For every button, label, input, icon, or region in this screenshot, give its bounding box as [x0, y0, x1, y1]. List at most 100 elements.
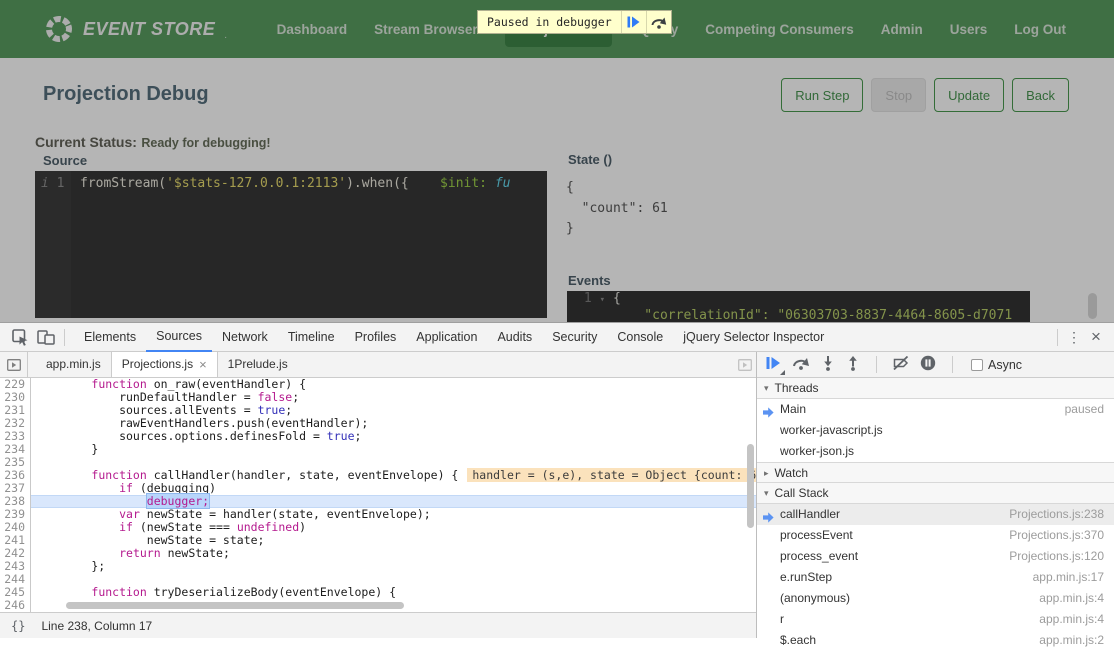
paused-in-debugger-banner: Paused in debugger	[477, 10, 672, 34]
pause-on-exceptions-button[interactable]	[920, 355, 936, 374]
file-tab-1prelude-js[interactable]: 1Prelude.js	[218, 352, 298, 377]
info-icon: i	[41, 176, 49, 191]
debugger-toolbar: Async	[757, 352, 1114, 378]
frame-name: callHandler	[780, 504, 840, 525]
status-value: Ready for debugging!	[141, 136, 270, 150]
tab-sources[interactable]: Sources	[146, 323, 212, 352]
nav-item-dashboard[interactable]: Dashboard	[277, 22, 348, 37]
page-scrollbar-thumb[interactable]	[1088, 293, 1097, 319]
nav-item-competing-consumers[interactable]: Competing Consumers	[705, 22, 854, 37]
events-line-number[interactable]: 1 ▾	[567, 291, 613, 308]
source-editor-gutter: i 1	[35, 171, 71, 318]
step-out-icon	[846, 356, 860, 371]
tab-profiles[interactable]: Profiles	[345, 323, 407, 352]
step-into-icon	[821, 356, 835, 371]
source-section-label: Source	[43, 153, 87, 168]
file-tabs: app.min.jsProjections.js×1Prelude.js	[36, 352, 298, 377]
tab-audits[interactable]: Audits	[487, 323, 542, 352]
tab-timeline[interactable]: Timeline	[278, 323, 345, 352]
stack-frame-process-event[interactable]: process_eventProjections.js:120	[757, 546, 1114, 567]
frame-location: Projections.js:238	[1009, 504, 1114, 525]
threads-section-header[interactable]: ▾ Threads	[757, 378, 1114, 399]
nav-item-admin[interactable]: Admin	[881, 22, 923, 37]
devtools-close-icon[interactable]: ×	[1085, 327, 1107, 347]
resume-icon	[627, 16, 640, 28]
thread-worker-json-js[interactable]: worker-json.js	[757, 441, 1114, 462]
code-editor[interactable]: 229 function on_raw(eventHandler) {230 r…	[0, 378, 756, 612]
stack-frame-callhandler[interactable]: callHandler Projections.js:238	[757, 504, 1114, 525]
frame-location: app.min.js:2	[1039, 630, 1114, 651]
sources-editor-pane: app.min.jsProjections.js×1Prelude.js 229…	[0, 352, 757, 638]
resume-button[interactable]	[766, 356, 781, 373]
frame-location: app.min.js:4	[1039, 588, 1114, 609]
file-tab-projections-js[interactable]: Projections.js×	[111, 352, 218, 377]
code-horizontal-scrollbar-thumb[interactable]	[66, 602, 404, 609]
stack-frame-anonymous[interactable]: (anonymous)app.min.js:4	[757, 588, 1114, 609]
code-line-245: 245 function tryDeserializeBody(eventEnv…	[0, 586, 756, 599]
stack-frame-e-runstep[interactable]: e.runStepapp.min.js:17	[757, 567, 1114, 588]
nav-item-users[interactable]: Users	[950, 22, 988, 37]
call-stack-section-header[interactable]: ▾ Call Stack	[757, 483, 1114, 504]
toolbar-divider	[64, 329, 65, 346]
tab-network[interactable]: Network	[212, 323, 278, 352]
step-out-button[interactable]	[846, 356, 860, 374]
stack-frame-r[interactable]: rapp.min.js:4	[757, 609, 1114, 630]
resume-script-button[interactable]	[621, 11, 646, 33]
action-buttons: Run StepStopUpdateBack	[781, 78, 1069, 112]
debugger-sidebar: Async ▾ Threads Mainpausedworker-javascr…	[757, 352, 1114, 638]
eventstore-logo[interactable]: EVENT STORE .	[44, 14, 227, 44]
thread-name: worker-json.js	[780, 441, 854, 462]
tab-console[interactable]: Console	[607, 323, 673, 352]
run-step-button[interactable]: Run Step	[781, 78, 863, 112]
code-vertical-scrollbar-thumb[interactable]	[747, 444, 754, 528]
frame-name: processEvent	[780, 525, 853, 546]
file-tab-bar: app.min.jsProjections.js×1Prelude.js	[0, 352, 756, 378]
step-over-icon	[651, 16, 667, 29]
line-number-246[interactable]: 246	[0, 599, 31, 612]
update-button[interactable]: Update	[934, 78, 1004, 112]
back-button[interactable]: Back	[1012, 78, 1069, 112]
thread-worker-javascript-js[interactable]: worker-javascript.js	[757, 420, 1114, 441]
file-tab-app-min-js[interactable]: app.min.js	[36, 352, 111, 377]
inspect-element-button[interactable]	[7, 325, 33, 349]
tab-overflow-button[interactable]	[738, 352, 752, 377]
thread-main[interactable]: Mainpaused	[757, 399, 1114, 420]
step-over-banner-button[interactable]	[646, 11, 671, 33]
tab-jquery-selector-inspector[interactable]: jQuery Selector Inspector	[673, 323, 834, 352]
frame-name: r	[780, 609, 784, 630]
async-checkbox-wrap[interactable]: Async	[971, 358, 1022, 372]
deactivate-breakpoints-button[interactable]	[893, 356, 909, 373]
nav-item-log-out[interactable]: Log Out	[1014, 22, 1066, 37]
nav-item-stream-browser[interactable]: Stream Browser	[374, 22, 478, 37]
step-over-button[interactable]	[792, 356, 810, 373]
source-code-editor[interactable]: i 1 fromStream('$stats-127.0.0.1:2113').…	[35, 171, 547, 318]
pause-on-exceptions-icon	[920, 355, 936, 371]
events-line2: "correlationId": "06303703-8837-4464-860…	[613, 308, 1012, 322]
state-json: { "count": 61}	[566, 178, 668, 240]
devtools-menu-icon[interactable]: ⋮	[1063, 329, 1085, 346]
current-status: Current Status: Ready for debugging!	[35, 134, 271, 152]
async-checkbox[interactable]	[971, 359, 983, 371]
step-into-button[interactable]	[821, 356, 835, 374]
state-json-line: {	[566, 178, 668, 199]
devtools-tabs: ElementsSourcesNetworkTimelineProfilesAp…	[74, 323, 834, 352]
tab-application[interactable]: Application	[406, 323, 487, 352]
events-editor[interactable]: 1 ▾ { "correlationId": "06303703-8837-44…	[567, 291, 1030, 322]
threads-list: Mainpausedworker-javascript.jsworker-jso…	[757, 399, 1114, 462]
pretty-print-button[interactable]: {}	[11, 619, 25, 633]
execution-marker-icon	[763, 407, 774, 418]
code-line-233: 233 sources.options.definesFold = true;	[0, 430, 756, 443]
stack-frame-each[interactable]: $.eachapp.min.js:2	[757, 630, 1114, 651]
device-toolbar-button[interactable]	[33, 325, 59, 349]
fold-arrow-icon[interactable]: ▾	[600, 295, 605, 305]
show-navigator-button[interactable]	[0, 352, 28, 377]
close-tab-icon[interactable]: ×	[199, 352, 207, 377]
tab-security[interactable]: Security	[542, 323, 607, 352]
tab-elements[interactable]: Elements	[74, 323, 146, 352]
source-code-line[interactable]: fromStream('$stats-127.0.0.1:2113').when…	[71, 171, 511, 318]
devtools-toolbar-right: ⋮ ×	[1052, 327, 1107, 347]
stack-frame-processevent[interactable]: processEventProjections.js:370	[757, 525, 1114, 546]
thread-status: paused	[1065, 399, 1114, 420]
watch-section-header[interactable]: ▸ Watch	[757, 462, 1114, 483]
collapse-triangle-icon: ▾	[764, 483, 769, 503]
